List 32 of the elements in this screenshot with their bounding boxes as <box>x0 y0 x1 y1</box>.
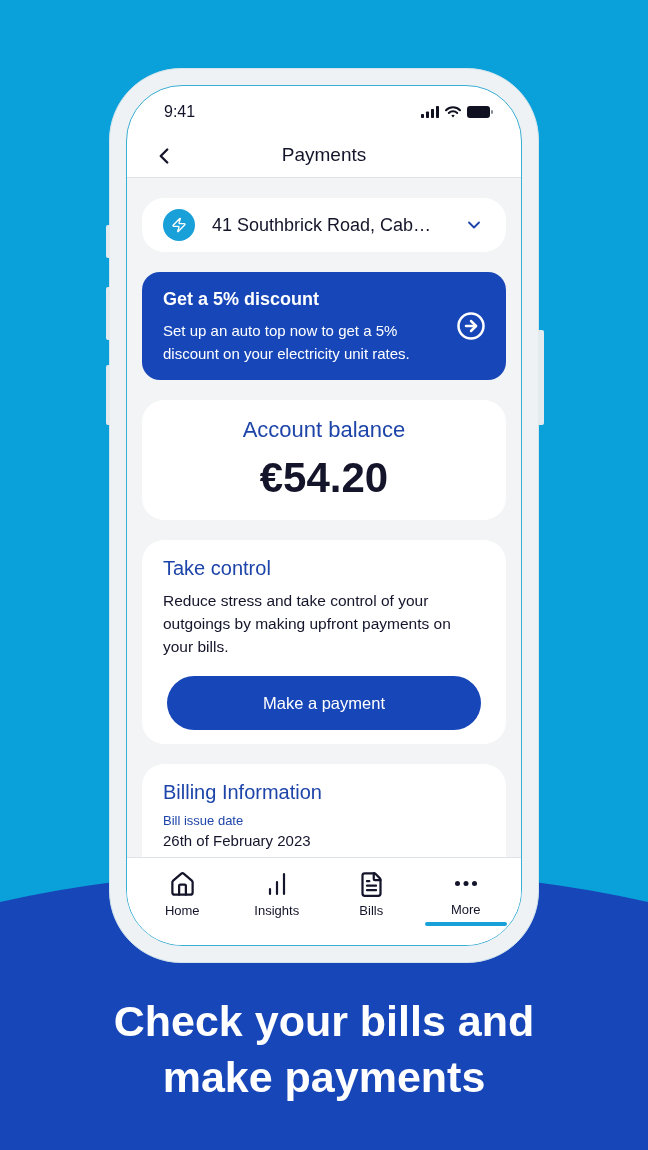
side-button[interactable] <box>538 330 544 425</box>
field-label: Bill issue date <box>163 812 245 829</box>
field-value: 26th of February 2023 <box>163 831 312 851</box>
status-time: 9:41 <box>164 102 196 122</box>
balance-amount: €54.20 <box>259 454 389 502</box>
arrow-right-circle-icon <box>456 311 486 341</box>
card-title: Billing Information <box>163 780 323 805</box>
home-icon <box>168 870 196 898</box>
promo-text: Set up an auto top now to get a 5% discount on your electricity unit rates. <box>163 321 411 364</box>
wifi-icon <box>445 106 461 118</box>
make-payment-button[interactable]: Make a payment <box>167 676 481 730</box>
side-button[interactable] <box>106 365 110 425</box>
card-text: Reduce stress and take control of your outgoings by making upfront payments on your bills. <box>163 591 452 657</box>
balance-label: Account balance <box>242 416 406 444</box>
more-icon <box>454 881 477 887</box>
lightning-icon <box>163 209 195 241</box>
promo-card[interactable]: Get a 5% discount Set up an auto top now to get a 5% discount on your electricity unit rates. <box>142 272 506 380</box>
account-address: 41 Southbrick Road, Cab… <box>212 213 432 237</box>
tab[interactable]: Insights <box>235 870 318 926</box>
tab[interactable]: Bills <box>330 870 413 926</box>
signal-icon <box>421 106 439 118</box>
account-selector[interactable]: 41 Southbrick Road, Cab… <box>142 198 506 252</box>
headline: Check your bills and make payments <box>112 996 536 1103</box>
battery-icon <box>467 106 493 118</box>
page-title: Payments <box>281 143 367 168</box>
side-button[interactable] <box>106 287 110 340</box>
bar-chart-icon <box>266 872 287 896</box>
tab[interactable]: More <box>424 870 507 926</box>
side-button[interactable] <box>106 225 110 258</box>
tab[interactable]: Home <box>141 870 224 926</box>
card-title: Take control <box>163 556 272 581</box>
promo-title: Get a 5% discount <box>163 288 321 311</box>
